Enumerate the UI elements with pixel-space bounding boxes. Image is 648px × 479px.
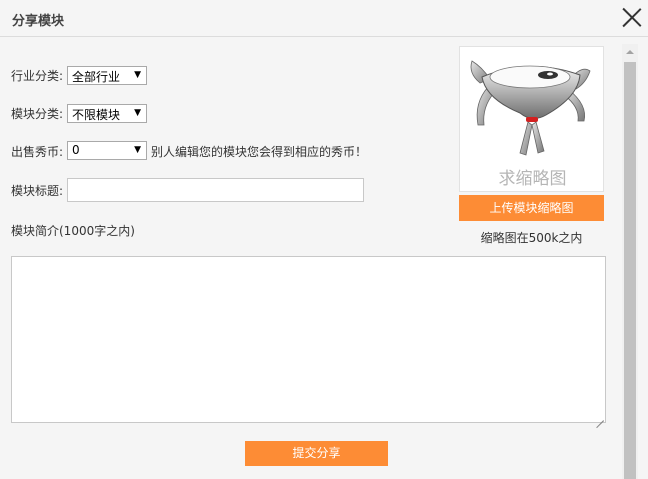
industry-select[interactable]: 全部行业 ▼: [67, 66, 147, 85]
triangle-down-icon: ▼: [134, 108, 141, 118]
intro-textarea[interactable]: [11, 256, 606, 423]
scrollbar-thumb[interactable]: [624, 62, 636, 479]
triangle-down-icon: ▼: [134, 70, 141, 80]
module-type-label: 模块分类:: [11, 107, 64, 121]
resize-handle-icon[interactable]: [596, 413, 604, 421]
title-input[interactable]: [67, 178, 364, 202]
title-label: 模块标题:: [11, 184, 64, 198]
price-select[interactable]: 0 ▼: [67, 141, 147, 160]
upload-thumbnail-button[interactable]: 上传模块缩略图: [459, 195, 604, 221]
triangle-down-icon: ▼: [134, 145, 141, 155]
mascot-illustration: [470, 60, 591, 156]
industry-label: 行业分类:: [11, 69, 64, 83]
vertical-scrollbar[interactable]: [622, 44, 638, 479]
scroll-up-arrow-icon[interactable]: [622, 44, 638, 60]
price-hint: 别人编辑您的模块您会得到相应的秀币！: [151, 145, 368, 159]
price-label: 出售秀币:: [11, 145, 64, 159]
thumbnail-preview: 求缩略图: [459, 46, 604, 192]
dialog-title: 分享模块: [12, 14, 65, 29]
close-icon[interactable]: [622, 7, 642, 27]
thumbnail-placeholder-text: 求缩略图: [498, 169, 567, 189]
dialog-header: 分享模块: [0, 0, 648, 37]
module-type-select[interactable]: 不限模块 ▼: [67, 104, 147, 123]
industry-select-value: 全部行业: [72, 70, 121, 84]
submit-share-button[interactable]: 提交分享: [245, 441, 388, 466]
intro-label: 模块简介(1000字之内): [11, 224, 135, 238]
module-type-select-value: 不限模块: [72, 108, 121, 122]
price-select-value: 0: [72, 143, 80, 157]
thumbnail-size-note: 缩略图在500k之内: [480, 231, 583, 245]
